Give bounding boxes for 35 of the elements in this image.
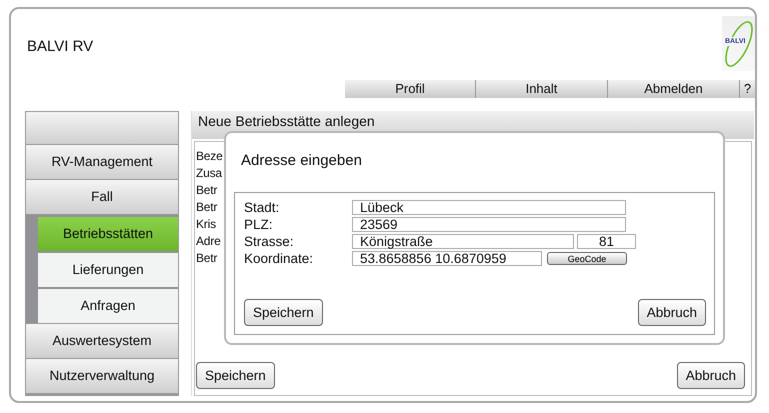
- field-label: Kris: [196, 216, 216, 230]
- cancel-button[interactable]: Abbruch: [676, 362, 745, 389]
- field-label: Adre: [196, 234, 221, 248]
- field-label: Zusa: [196, 166, 222, 180]
- field-label: Stadt:: [244, 200, 280, 215]
- sidebar-item[interactable]: Fall: [26, 180, 178, 214]
- field-label: Betr: [196, 200, 218, 214]
- field-label: Betr: [196, 182, 218, 196]
- dialog-title: Adresse eingeben: [241, 152, 363, 171]
- field-label: Beze: [196, 148, 223, 162]
- input-field[interactable]: Königstraße: [352, 234, 574, 249]
- save-button[interactable]: Speichern: [196, 362, 275, 389]
- input-field[interactable]: 23569: [352, 217, 626, 232]
- cancel-button[interactable]: Abbruch: [638, 299, 706, 326]
- field-label: PLZ:: [244, 217, 274, 232]
- submenu-item[interactable]: Lieferungen: [38, 253, 178, 287]
- field-label: Strasse:: [244, 234, 295, 249]
- nav-link[interactable]: Abmelden: [608, 80, 740, 98]
- nav-link[interactable]: ?: [740, 80, 755, 98]
- sidebar-item[interactable]: Nutzerverwaltung: [26, 359, 178, 393]
- panel-title: Neue Betriebsstätte anlegen: [198, 113, 375, 129]
- sidebar-item[interactable]: Auswertesystem: [26, 324, 178, 358]
- input-field[interactable]: Lübeck: [352, 200, 626, 215]
- submenu-item[interactable]: Betriebsstätten: [38, 217, 178, 251]
- house-number-field[interactable]: 81: [577, 234, 636, 249]
- submenu-item[interactable]: Anfragen: [38, 289, 178, 323]
- save-button[interactable]: Speichern: [244, 299, 323, 326]
- nav-link[interactable]: Profil: [345, 80, 476, 98]
- geocode-button[interactable]: GeoCode: [547, 252, 627, 265]
- sidebar-item[interactable]: RV-Management: [26, 145, 178, 179]
- app-title: BALVI RV: [27, 38, 94, 56]
- field-label: Betr: [196, 250, 218, 264]
- nav-link[interactable]: Inhalt: [476, 80, 608, 98]
- input-field[interactable]: 53.8658856 10.6870959: [352, 251, 542, 266]
- field-label: Koordinate:: [244, 251, 314, 266]
